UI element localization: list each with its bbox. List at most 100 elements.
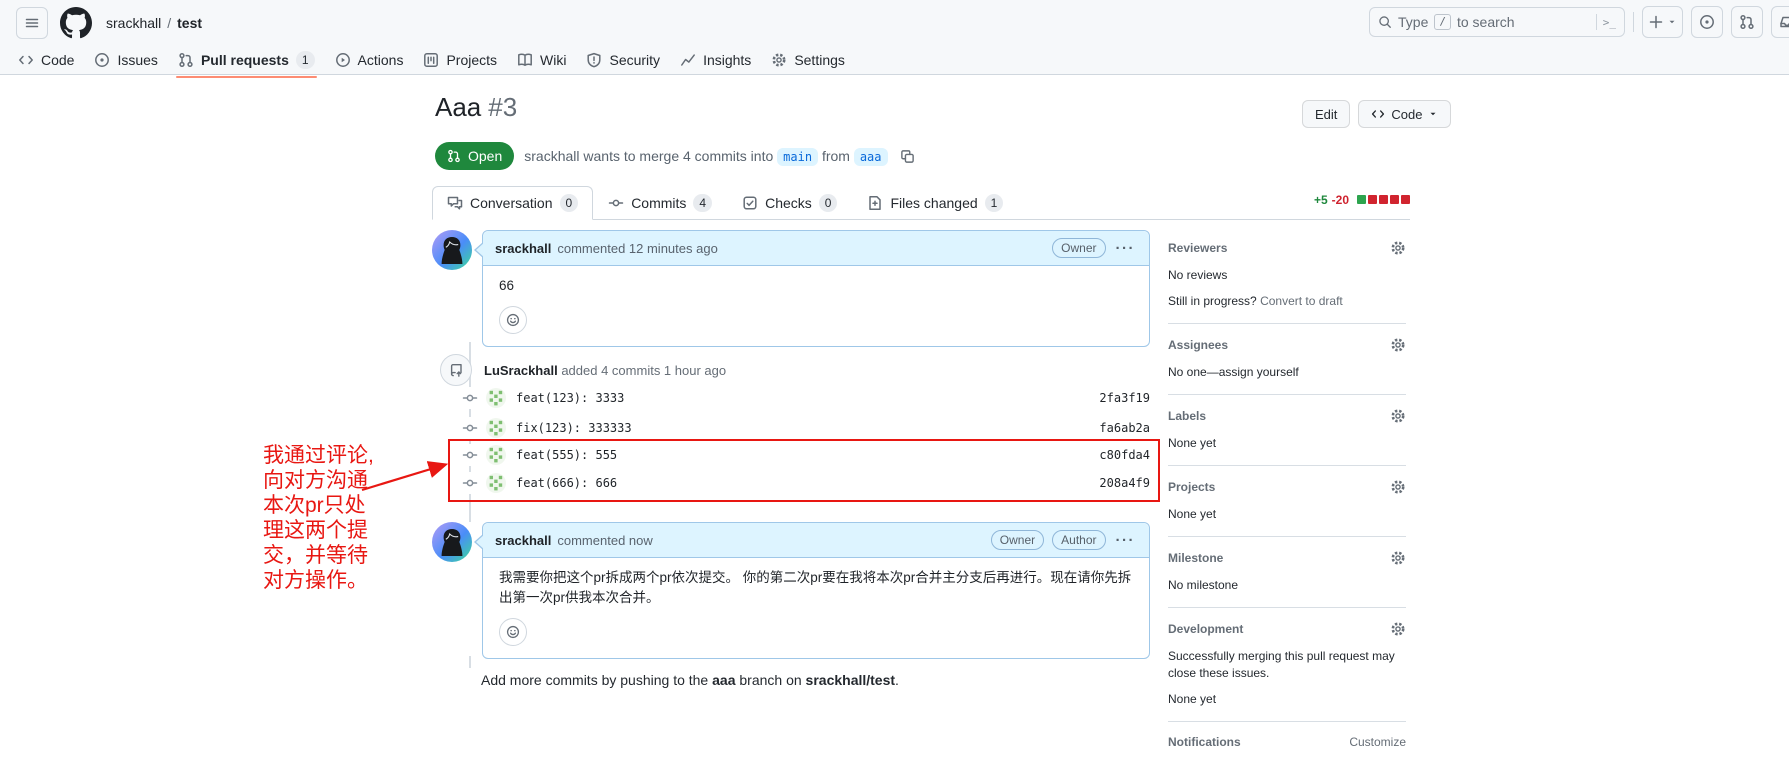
git-pull-request-icon <box>447 149 461 163</box>
push-hint: Add more commits by pushing to the aaa b… <box>481 672 899 688</box>
push-hint-branch: aaa <box>712 672 735 688</box>
github-mark-icon <box>60 7 92 39</box>
nav-tab-pull-requests[interactable]: Pull requests 1 <box>170 47 323 73</box>
code-icon <box>1371 107 1385 121</box>
git-commit-icon <box>462 444 478 466</box>
nav-tab-wiki[interactable]: Wiki <box>509 48 574 72</box>
commit-sha-link[interactable]: 2fa3f19 <box>1099 391 1150 405</box>
comment-box: srackhall commented 12 minutes ago Owner… <box>482 230 1150 347</box>
git-pull-request-icon <box>1739 14 1755 30</box>
nav-tab-issues[interactable]: Issues <box>86 48 165 72</box>
graph-icon <box>680 52 696 68</box>
issue-opened-icon <box>94 52 110 68</box>
commit-author-avatar <box>486 388 506 408</box>
hamburger-icon <box>24 15 40 31</box>
gear-icon[interactable] <box>1390 621 1406 637</box>
pr-number: #3 <box>488 92 517 122</box>
comment-author-link[interactable]: srackhall <box>495 241 551 256</box>
owner-badge: Owner <box>1052 238 1105 258</box>
commit-row: feat(555): 555 c80fda4 <box>432 441 1150 469</box>
tab-conversation[interactable]: Conversation 0 <box>432 186 593 220</box>
diffstat[interactable]: +5 -20 <box>1314 193 1410 207</box>
nav-tab-insights[interactable]: Insights <box>672 48 759 72</box>
head-branch-chip[interactable]: aaa <box>854 148 888 166</box>
git-commit-icon <box>462 472 478 494</box>
merge-author-link[interactable]: srackhall <box>524 148 579 164</box>
development-description: Successfully merging this pull request m… <box>1168 648 1406 682</box>
edit-button[interactable]: Edit <box>1302 100 1350 128</box>
pr-tabs: Conversation 0 Commits 4 Checks 0 Files … <box>432 186 1410 220</box>
tab-checks[interactable]: Checks 0 <box>727 186 852 220</box>
nav-tab-settings[interactable]: Settings <box>763 48 853 72</box>
section-title: Reviewers <box>1168 241 1227 255</box>
breadcrumb-owner-link[interactable]: srackhall <box>106 15 161 31</box>
commit-sha-link[interactable]: 208a4f9 <box>1099 476 1150 490</box>
nav-tab-projects[interactable]: Projects <box>415 48 505 72</box>
nav-tab-security[interactable]: Security <box>578 48 668 72</box>
gear-icon[interactable] <box>1390 479 1406 495</box>
breadcrumb-separator: / <box>167 15 171 31</box>
git-commit-icon <box>608 195 624 211</box>
customize-notifications-link[interactable]: Customize <box>1349 735 1406 749</box>
comment-author-link[interactable]: srackhall <box>495 533 551 548</box>
nav-tab-code[interactable]: Code <box>10 48 82 72</box>
nav-tab-actions[interactable]: Actions <box>327 48 412 72</box>
tab-files-changed[interactable]: Files changed 1 <box>852 186 1018 220</box>
kebab-menu-button[interactable]: ··· <box>1114 240 1138 257</box>
add-reaction-button[interactable] <box>499 306 527 334</box>
file-diff-icon <box>867 195 883 211</box>
copy-branch-button[interactable] <box>900 149 915 164</box>
repo-push-icon <box>440 354 472 386</box>
assign-yourself-link[interactable]: assign yourself <box>1219 365 1299 379</box>
hamburger-menu-button[interactable] <box>16 7 48 39</box>
commit-sha-link[interactable]: c80fda4 <box>1099 448 1150 462</box>
create-new-button[interactable] <box>1642 6 1683 38</box>
commit-message-link[interactable]: fix(123): 333333 <box>516 421 632 435</box>
smiley-icon <box>506 624 520 640</box>
add-reaction-button[interactable] <box>499 618 527 646</box>
tab-commits[interactable]: Commits 4 <box>593 186 727 220</box>
commit-sha-link[interactable]: fa6ab2a <box>1099 421 1150 435</box>
reviewers-empty: No reviews <box>1168 267 1406 284</box>
kebab-menu-button[interactable]: ··· <box>1114 532 1138 549</box>
tab-counter: 4 <box>693 194 712 212</box>
inbox-button[interactable] <box>1771 6 1789 38</box>
avatar[interactable] <box>432 522 472 562</box>
gear-icon[interactable] <box>1390 550 1406 566</box>
sidebar-section-notifications: Notifications Customize <box>1168 735 1406 773</box>
global-search-input[interactable]: Type/to search >_ <box>1369 7 1625 37</box>
gear-icon[interactable] <box>1390 408 1406 424</box>
author-badge: Author <box>1052 530 1105 550</box>
comment: srackhall commented now Owner Author ···… <box>432 522 1150 659</box>
diffstat-blocks <box>1355 193 1410 207</box>
pr-header-actions: Edit Code <box>1302 100 1451 128</box>
base-branch-chip[interactable]: main <box>777 148 818 166</box>
search-divider <box>1596 14 1597 30</box>
command-palette-icon[interactable]: >_ <box>1603 16 1616 29</box>
pull-requests-dashboard-button[interactable] <box>1731 6 1763 38</box>
inbox-icon <box>1779 14 1789 30</box>
shield-icon <box>586 52 602 68</box>
gear-icon[interactable] <box>1390 337 1406 353</box>
issues-dashboard-button[interactable] <box>1691 6 1723 38</box>
code-button[interactable]: Code <box>1358 100 1451 128</box>
merge-sentence: srackhall wants to merge 4 commits into … <box>524 148 887 164</box>
comment-discussion-icon <box>447 195 463 211</box>
comment-meta: commented now <box>557 533 652 548</box>
checklist-icon <box>742 195 758 211</box>
comment-body: 66 <box>483 266 1149 298</box>
github-logo[interactable] <box>60 7 92 39</box>
avatar[interactable] <box>432 230 472 270</box>
section-title: Development <box>1168 622 1243 636</box>
milestone-empty: No milestone <box>1168 577 1406 594</box>
commit-message-link[interactable]: feat(555): 555 <box>516 448 617 462</box>
breadcrumb: srackhall / test <box>106 15 202 31</box>
gear-icon[interactable] <box>1390 240 1406 256</box>
commit-message-link[interactable]: feat(123): 3333 <box>516 391 624 405</box>
git-commit-icon <box>462 417 478 439</box>
breadcrumb-repo-link[interactable]: test <box>177 15 202 31</box>
projects-empty: None yet <box>1168 506 1406 523</box>
issue-opened-icon <box>1699 14 1715 30</box>
commit-message-link[interactable]: feat(666): 666 <box>516 476 617 490</box>
convert-to-draft-link[interactable]: Convert to draft <box>1260 294 1343 308</box>
